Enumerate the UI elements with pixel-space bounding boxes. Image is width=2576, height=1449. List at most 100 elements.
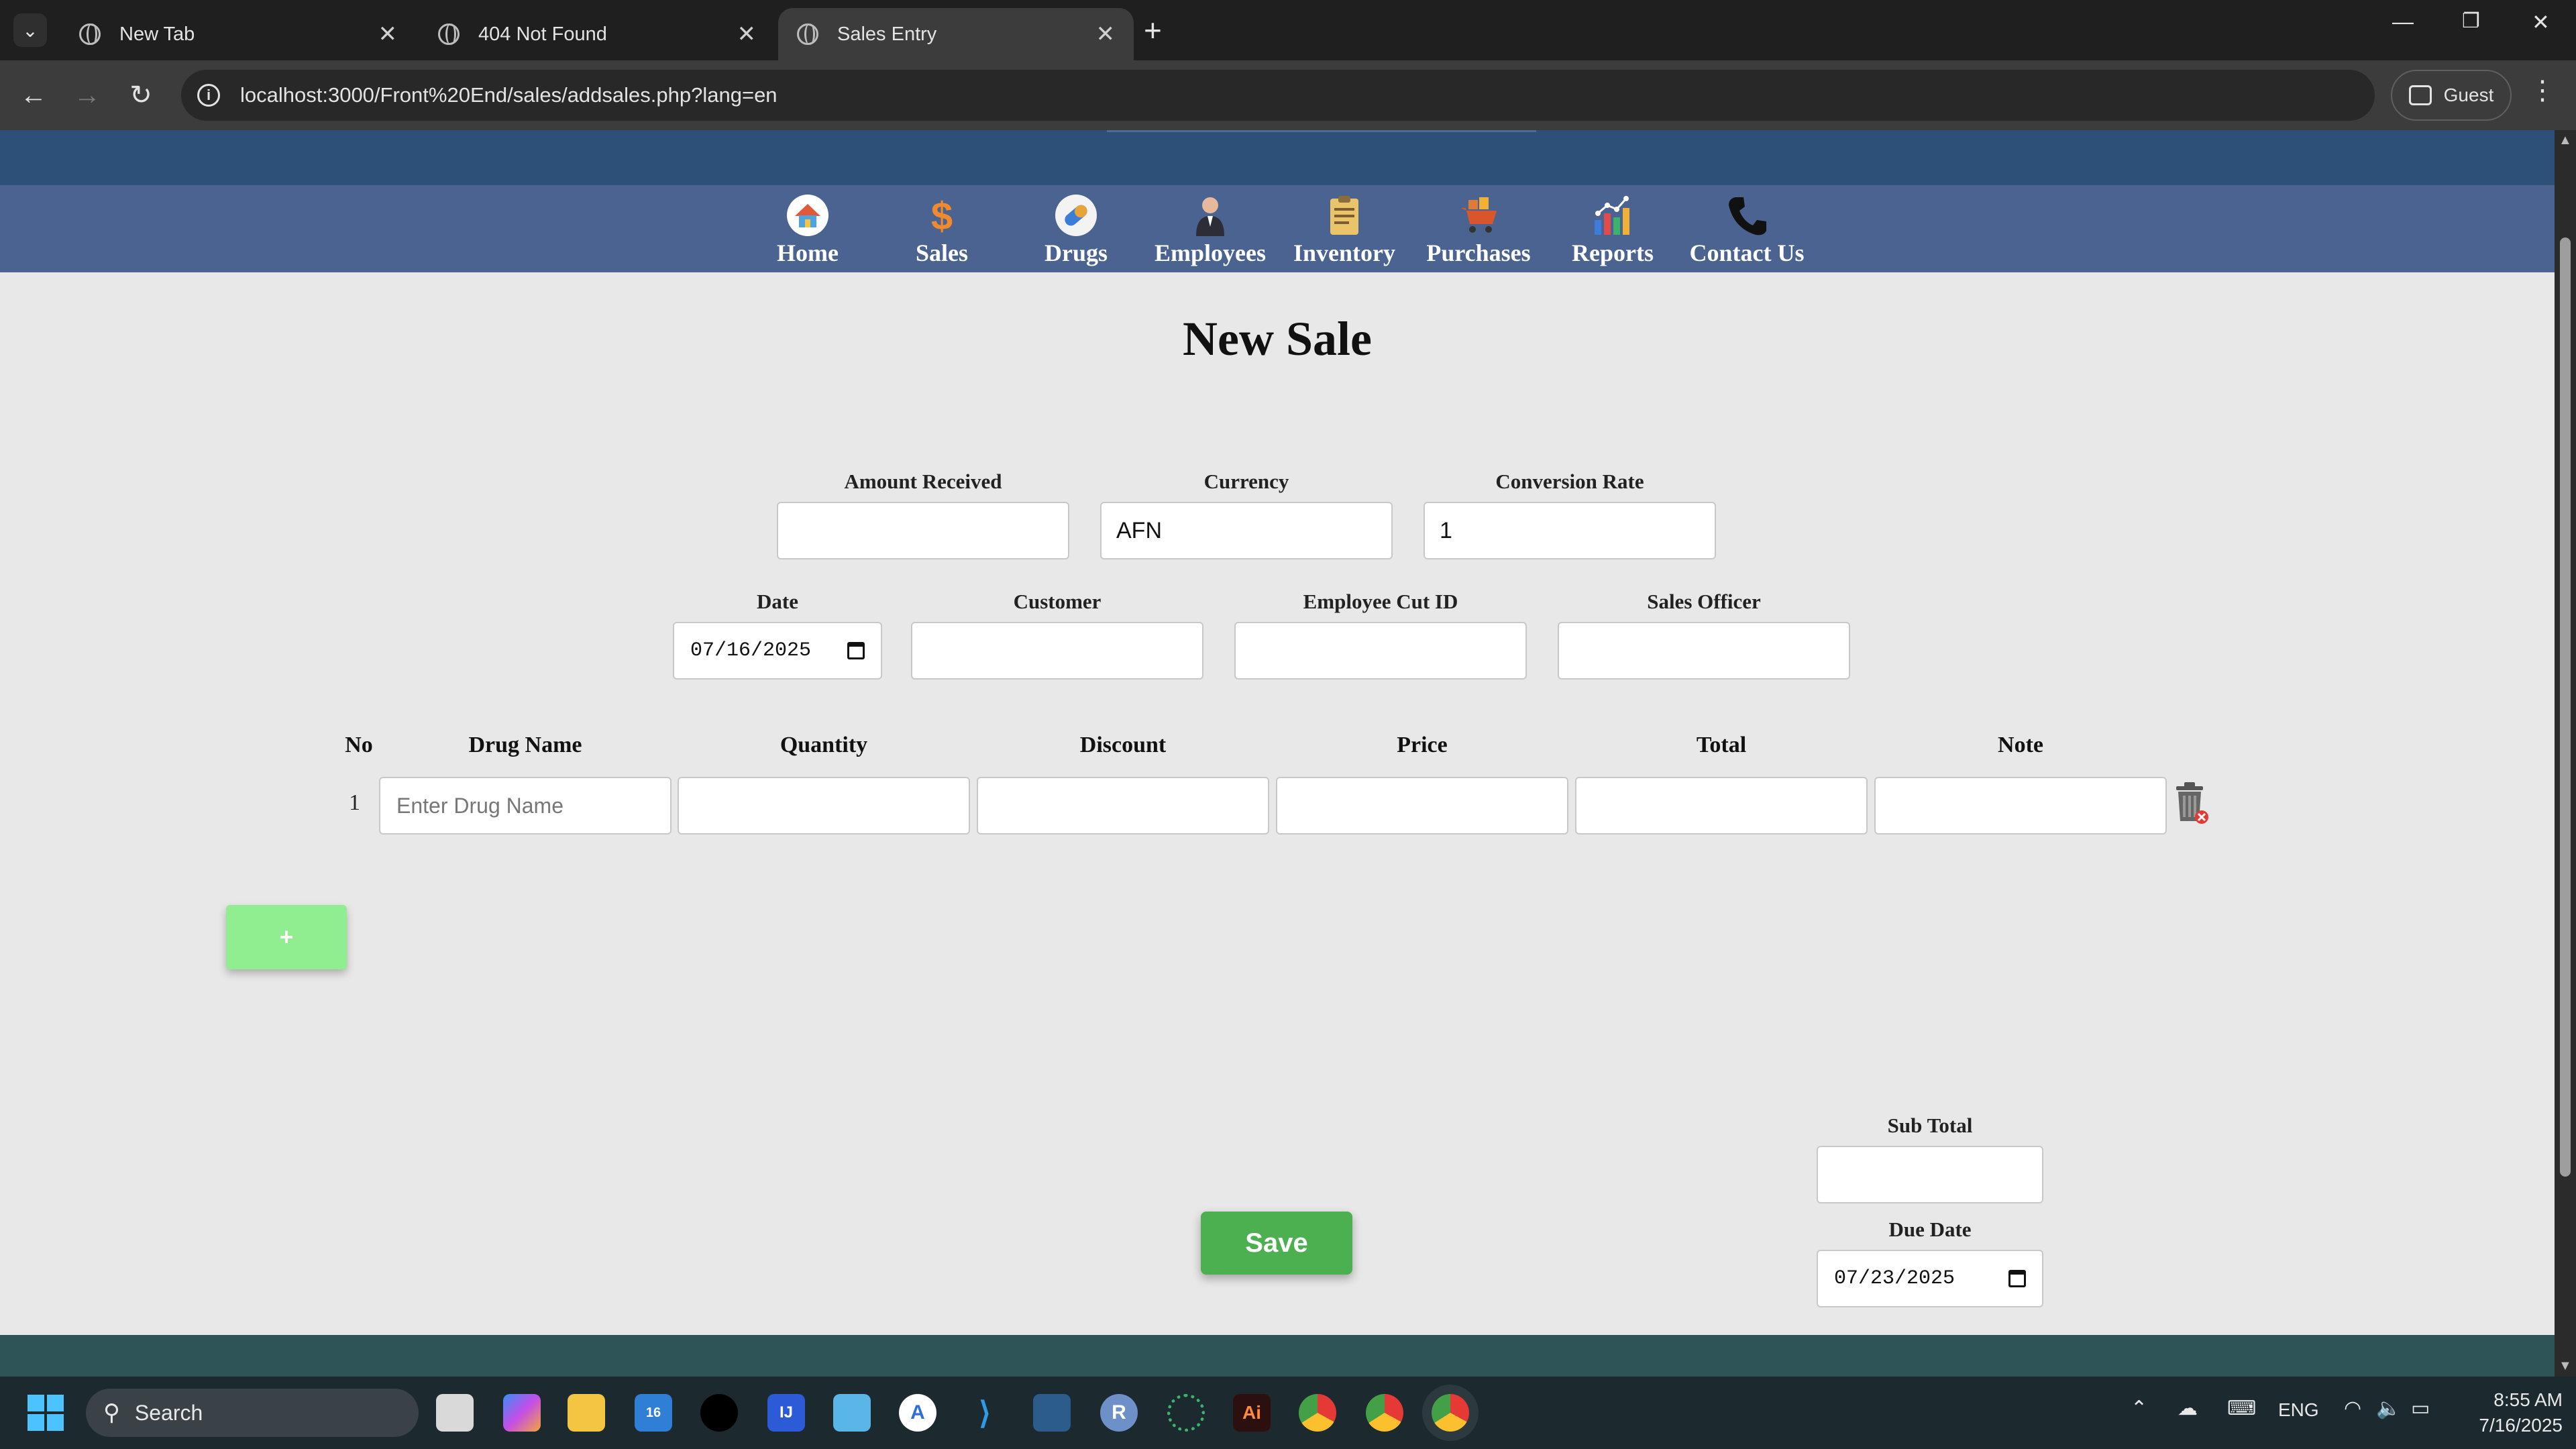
browser-menu-icon[interactable]: ⋮ [2529, 75, 2556, 106]
tab-close-icon[interactable]: ✕ [737, 21, 757, 48]
conversion-rate-input[interactable]: 1 [1424, 502, 1716, 559]
sql-icon[interactable] [1033, 1394, 1071, 1432]
note-input[interactable] [1874, 777, 2167, 835]
tab-404-not-found[interactable]: 404 Not Found ✕ [419, 8, 775, 60]
due-date-input[interactable]: 07/23/2025 [1817, 1250, 2043, 1307]
app-a-icon[interactable]: A [899, 1394, 936, 1432]
person-icon [1188, 193, 1232, 237]
add-row-button[interactable]: + [226, 905, 347, 969]
taskbar-clock[interactable]: 8:55 AM 7/16/2025 [2442, 1387, 2563, 1438]
save-button[interactable]: Save [1201, 1212, 1352, 1275]
nav-item-employees[interactable]: Employees [1143, 193, 1277, 267]
virtualbox-icon[interactable] [833, 1394, 871, 1432]
calendar-icon[interactable] [2008, 1270, 2026, 1287]
reload-icon[interactable]: ↻ [121, 75, 161, 115]
wifi-icon[interactable]: ◠ [2344, 1397, 2361, 1420]
nav-item-contact-us[interactable]: Contact Us [1680, 193, 1814, 267]
customer-input[interactable] [911, 622, 1203, 680]
phone-icon [1725, 193, 1769, 237]
github-icon[interactable] [700, 1394, 738, 1432]
row-number: 1 [349, 790, 360, 815]
sub-total-label: Sub Total [1887, 1114, 1973, 1137]
taskbar-search-box[interactable]: ⚲ Search [86, 1389, 419, 1437]
windows-start-icon[interactable] [27, 1394, 64, 1432]
tab-new-tab[interactable]: New Tab ✕ [60, 8, 416, 60]
copilot-icon[interactable] [503, 1394, 541, 1432]
url-text: localhost:3000/Front%20End/sales/addsale… [240, 83, 777, 107]
chrome-icon[interactable] [1299, 1394, 1336, 1432]
price-input[interactable] [1276, 777, 1568, 835]
page-scrollbar[interactable]: ▲ ▼ [2555, 130, 2576, 1377]
tab-close-icon[interactable]: ✕ [378, 21, 398, 48]
address-bar[interactable]: i localhost:3000/Front%20End/sales/addsa… [181, 70, 2375, 121]
back-icon[interactable]: ← [13, 75, 54, 115]
currency-input[interactable]: AFN [1100, 502, 1393, 559]
nav-item-reports[interactable]: Reports [1546, 193, 1680, 267]
language-indicator[interactable]: ENG [2278, 1399, 2319, 1421]
site-info-icon[interactable]: i [197, 84, 220, 107]
dollar-icon: $ [920, 193, 964, 237]
discount-input[interactable] [977, 777, 1269, 835]
nav-label: Employees [1155, 239, 1266, 266]
currency-group: Currency AFN [1100, 470, 1393, 559]
main-nav: Home $ Sales Drugs Employees Inventory P… [0, 185, 2555, 272]
battery-icon[interactable]: ▭ [2411, 1397, 2430, 1420]
r-icon[interactable]: R [1100, 1394, 1138, 1432]
keyboard-icon[interactable]: ⌨ [2227, 1397, 2256, 1420]
tab-close-icon[interactable]: ✕ [1096, 21, 1116, 48]
chevron-up-icon[interactable]: ⌃ [2131, 1397, 2147, 1420]
sub-total-input[interactable] [1817, 1146, 2043, 1203]
drug-name-input[interactable]: Enter Drug Name [379, 777, 672, 835]
vscode-icon[interactable]: ⟩ [966, 1394, 1004, 1432]
sales-officer-label: Sales Officer [1647, 590, 1761, 613]
store-icon[interactable]: 16 [635, 1394, 672, 1432]
nav-item-drugs[interactable]: Drugs [1009, 193, 1143, 267]
tab-sales-entry[interactable]: Sales Entry ✕ [778, 8, 1134, 60]
onedrive-icon[interactable]: ☁ [2178, 1397, 2198, 1420]
nav-label: Contact Us [1689, 239, 1805, 266]
tab-search-button[interactable]: ⌄ [13, 13, 47, 47]
cart-icon [1456, 193, 1501, 237]
minimize-icon[interactable]: — [2392, 9, 2414, 34]
total-input[interactable] [1575, 777, 1868, 835]
nav-item-purchases[interactable]: Purchases [1411, 193, 1546, 267]
loading-app-icon[interactable] [1167, 1394, 1205, 1432]
scrollbar-thumb[interactable] [2560, 237, 2571, 1177]
employee-cut-id-input[interactable] [1234, 622, 1527, 680]
browser-tab-strip: ⌄ New Tab ✕ 404 Not Found ✕ Sales Entry … [0, 0, 2576, 60]
amount-received-input[interactable] [777, 502, 1069, 559]
date-input[interactable]: 07/16/2025 [673, 622, 882, 680]
scroll-up-icon[interactable]: ▲ [2559, 133, 2572, 148]
intellij-icon[interactable]: IJ [767, 1394, 805, 1432]
nav-item-home[interactable]: Home [741, 193, 875, 267]
new-tab-button[interactable]: + [1144, 12, 1162, 48]
nav-item-sales[interactable]: $ Sales [875, 193, 1009, 267]
column-header-price: Price [1397, 733, 1448, 757]
page-title: New Sale [1183, 312, 1372, 366]
forward-icon[interactable]: → [67, 75, 107, 115]
window-close-icon[interactable]: ✕ [2532, 9, 2550, 35]
file-explorer-icon[interactable] [568, 1394, 605, 1432]
restore-icon[interactable]: ❐ [2462, 9, 2480, 33]
home-icon [786, 193, 830, 237]
quantity-input[interactable] [678, 777, 970, 835]
column-header-note: Note [1998, 733, 2043, 757]
chrome-profile-icon[interactable] [1366, 1394, 1403, 1432]
illustrator-icon[interactable]: Ai [1233, 1394, 1271, 1432]
browser-toolbar: ← → ↻ i localhost:3000/Front%20End/sales… [0, 60, 2576, 130]
nav-label: Home [777, 239, 839, 266]
footer-band [0, 1335, 2555, 1377]
task-view-icon[interactable] [436, 1394, 474, 1432]
scroll-down-icon[interactable]: ▼ [2559, 1358, 2572, 1374]
windows-taskbar: ⚲ Search 16 IJ A ⟩ R Ai ⌃ ☁ ⌨ ENG ◠ 🔈 ▭ … [0, 1377, 2576, 1449]
chrome-active-icon[interactable] [1432, 1394, 1469, 1432]
calendar-icon[interactable] [847, 642, 865, 659]
delete-row-icon[interactable] [2172, 780, 2210, 826]
nav-label: Inventory [1293, 239, 1395, 266]
globe-icon [79, 23, 101, 45]
profile-button[interactable]: Guest [2391, 70, 2512, 121]
clipboard-icon [1322, 193, 1366, 237]
sales-officer-input[interactable] [1558, 622, 1850, 680]
nav-item-inventory[interactable]: Inventory [1277, 193, 1411, 267]
volume-icon[interactable]: 🔈 [2376, 1397, 2401, 1420]
